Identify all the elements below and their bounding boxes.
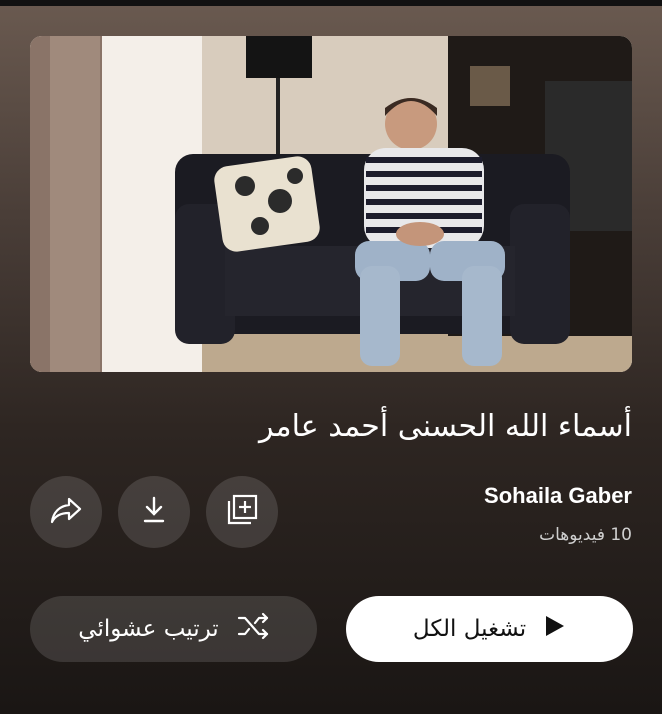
download-icon xyxy=(139,495,169,529)
add-to-library-icon xyxy=(225,493,259,531)
shuffle-icon xyxy=(237,612,269,646)
video-count: 10 فيديوهات xyxy=(539,525,632,545)
shuffle-label: ترتيب عشوائي xyxy=(78,616,219,642)
download-button[interactable] xyxy=(118,476,190,548)
shuffle-button[interactable]: ترتيب عشوائي xyxy=(30,596,317,662)
share-button[interactable] xyxy=(30,476,102,548)
playlist-title: أسماء الله الحسنى أحمد عامر xyxy=(259,409,632,444)
play-all-label: تشغيل الكل xyxy=(412,616,527,642)
status-bar xyxy=(0,0,662,6)
play-all-button[interactable]: تشغيل الكل xyxy=(346,596,633,662)
playlist-thumbnail[interactable] xyxy=(30,36,632,372)
play-icon xyxy=(544,614,566,644)
share-icon xyxy=(49,493,83,531)
add-to-library-button[interactable] xyxy=(206,476,278,548)
playlist-author[interactable]: Sohaila Gaber xyxy=(484,483,632,509)
